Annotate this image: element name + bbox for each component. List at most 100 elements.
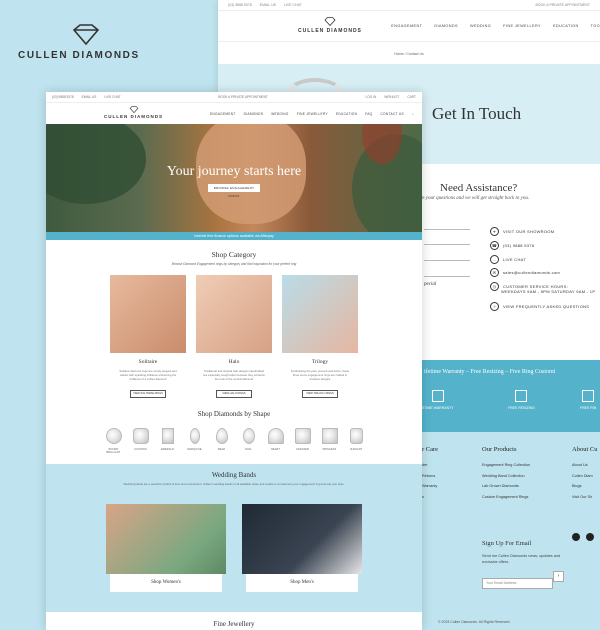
facebook-icon[interactable]	[572, 533, 580, 541]
submit-arrow-icon[interactable]: ›	[553, 571, 564, 582]
nav-wedding[interactable]: WEDDING	[271, 112, 289, 116]
form-field-line[interactable]	[424, 276, 470, 277]
shape-emerald[interactable]: EMERALD	[158, 428, 177, 454]
shape-pear[interactable]: PEAR	[212, 428, 231, 454]
oval-diamond-icon	[242, 428, 255, 444]
contact-item-showroom[interactable]: ⌖ VISIT OUR SHOWROOM	[490, 227, 554, 236]
search-icon[interactable]: ⌕	[412, 112, 414, 116]
trilogy-image	[282, 275, 358, 353]
contact-item-label: sales@cullendiamonds.com	[503, 270, 561, 275]
topbar-phone[interactable]: (03) 9888 5378	[52, 95, 74, 99]
topbar-email[interactable]: EMAIL US	[82, 95, 97, 99]
copyright: © 2023 Cullen Diamonds. All Rights Reser…	[438, 620, 511, 624]
footer-link[interactable]: Visit Our Sh	[572, 495, 597, 499]
nav-fine-jewellery[interactable]: FINE JEWELLERY	[503, 24, 541, 28]
category-desc: Traditional and original halo designs ha…	[203, 369, 265, 381]
nav-faq[interactable]: FAQ	[365, 112, 372, 116]
footer-link[interactable]: About Us	[572, 463, 597, 467]
shop-by-shape-title: Shop Diamonds by Shape	[197, 410, 271, 418]
nav-diamonds[interactable]: DIAMONDS	[434, 24, 458, 28]
contact-item-email[interactable]: ✉ sales@cullendiamonds.com	[490, 268, 560, 277]
topbar-login[interactable]: LOG IN	[365, 95, 376, 99]
category-desc: Symbolising the past, present and future…	[290, 369, 350, 381]
mens-bands-image[interactable]	[242, 504, 362, 574]
nav-diamonds[interactable]: DIAMONDS	[244, 112, 264, 116]
topbar-email[interactable]: EMAIL US	[260, 3, 276, 7]
form-field-line[interactable]	[424, 260, 470, 261]
shape-label: MARQUISE	[187, 448, 202, 451]
browse-engagement-rings-button[interactable]: BROWSE ENGAGEMENT RINGS	[208, 184, 260, 198]
shop-womens-button[interactable]: Shop Women's	[110, 574, 222, 592]
shape-asscher[interactable]: ASSCHER	[293, 428, 312, 454]
topbar-cart[interactable]: CART	[407, 95, 416, 99]
footer-link[interactable]: der	[422, 463, 438, 467]
view-trilogy-button[interactable]: VIEW TRILOGY RINGS	[302, 390, 338, 398]
breadcrumb: Home / Contact Us	[394, 52, 424, 56]
topbar-appointment[interactable]: BOOK A PRIVATE APPOINTMENT	[535, 3, 590, 7]
heart-diamond-icon	[267, 428, 284, 444]
home-logo[interactable]: CULLEN DIAMONDS	[104, 106, 163, 119]
footer-link[interactable]: Warranty	[422, 484, 438, 488]
nav-more[interactable]: TOO	[591, 24, 600, 28]
contact-item-chat[interactable]: … LIVE CHAT	[490, 255, 526, 264]
footer-link[interactable]: Lab Grown Diamonds	[482, 484, 530, 488]
topbar-wishlist[interactable]: WISHLIST	[384, 95, 399, 99]
nav-education[interactable]: EDUCATION	[553, 24, 579, 28]
mail-icon: ✉	[490, 268, 499, 277]
topbar-phone[interactable]: (03) 9888 5378	[228, 3, 252, 7]
shape-round[interactable]: ROUND BRILLIANT	[104, 428, 123, 454]
view-solitaire-button[interactable]: VIEW SOLITAIRE RINGS	[130, 390, 166, 398]
contact-logo[interactable]: CULLEN DIAMONDS	[298, 17, 362, 34]
shape-label: RADIANT	[350, 448, 363, 451]
clock-icon: ◷	[490, 282, 499, 291]
footer-link[interactable]: Blogs	[572, 484, 597, 488]
instagram-icon[interactable]	[586, 533, 594, 541]
topbar-chat[interactable]: LIVE CHAT	[284, 3, 302, 7]
nav-fine-jewellery[interactable]: FINE JEWELLERY	[297, 112, 328, 116]
shop-mens-button[interactable]: Shop Men's	[246, 574, 358, 592]
shape-label: CUSHION	[134, 448, 147, 451]
nav-wedding[interactable]: WEDDING	[470, 24, 491, 28]
shape-label: ASSCHER	[296, 448, 309, 451]
fine-jewellery-section: Fine Jewellery	[46, 612, 422, 630]
category-card-trilogy[interactable]: Trilogy Symbolising the past, present an…	[282, 275, 358, 398]
pear-diamond-icon	[215, 428, 228, 444]
topbar-appointment[interactable]: BOOK A PRIVATE APPOINTMENT	[218, 95, 268, 99]
category-card-solitaire[interactable]: Solitaire Solitaire diamond rings are si…	[110, 275, 186, 398]
shape-marquise[interactable]: MARQUISE	[185, 428, 204, 454]
contact-logo-text: CULLEN DIAMONDS	[298, 28, 362, 34]
shape-radiant[interactable]: RADIANT	[347, 428, 366, 454]
shape-heart[interactable]: HEART	[266, 428, 285, 454]
footer-link[interactable]: s	[422, 495, 438, 499]
shape-oval[interactable]: OVAL	[239, 428, 258, 454]
footer-link[interactable]: Wedding Band Collection	[482, 474, 530, 478]
footer-link[interactable]: Engagement Ring Collection	[482, 463, 530, 467]
shape-label: PRINCESS	[322, 448, 337, 451]
footer-link[interactable]: Cullen Diam	[572, 474, 597, 478]
footer-link[interactable]: Returns	[422, 474, 438, 478]
contact-item-label: WEEKDAYS 9AM - 5PM SATURDAY 9AM - 1P	[501, 289, 596, 294]
round-diamond-icon	[105, 428, 122, 444]
customisation-item: FREE RIN	[580, 390, 596, 410]
form-field-line[interactable]	[424, 229, 470, 230]
halo-image	[196, 275, 272, 353]
footer-link[interactable]: Custom Engagement Rings	[482, 495, 530, 499]
topbar-chat[interactable]: LIVE CHAT	[104, 95, 120, 99]
home-topbar: (03) 9888 5378 EMAIL US LIVE CHAT BOOK A…	[46, 92, 422, 103]
nav-contact[interactable]: CONTACT US	[380, 112, 403, 116]
contact-item-phone[interactable]: ☎ (03) 9888 5378	[490, 241, 534, 250]
shape-princess[interactable]: PRINCESS	[320, 428, 339, 454]
category-card-halo[interactable]: Halo Traditional and original halo desig…	[196, 275, 272, 398]
nav-engagement[interactable]: ENGAGEMENT	[391, 24, 422, 28]
view-halo-button[interactable]: VIEW HALO RINGS	[216, 390, 252, 398]
form-field-line[interactable]	[424, 244, 470, 245]
diamond-logo-icon	[324, 17, 336, 26]
nav-engagement[interactable]: ENGAGEMENT	[210, 112, 236, 116]
nav-education[interactable]: EDUCATION	[336, 112, 357, 116]
email-input[interactable]: Your Email Address	[482, 578, 553, 589]
womens-bands-image[interactable]	[106, 504, 226, 574]
fine-jewellery-title: Fine Jewellery	[213, 620, 255, 628]
shape-cushion[interactable]: CUSHION	[131, 428, 150, 454]
afterpay-promo-banner[interactable]: Interest free finance options available …	[46, 232, 422, 240]
contact-item-faq[interactable]: ? VIEW FREQUENTLY ASKED QUESTIONS	[490, 302, 589, 311]
